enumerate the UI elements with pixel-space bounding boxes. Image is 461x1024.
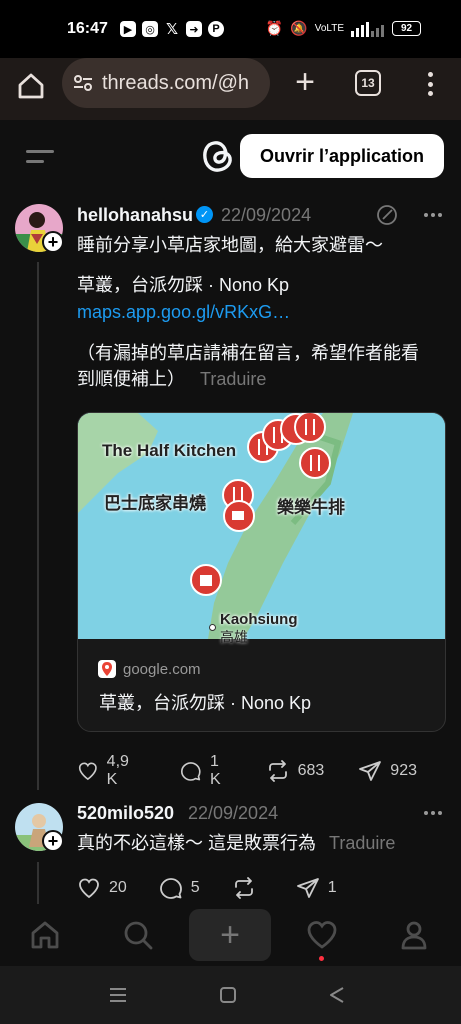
reply-count: 5	[190, 879, 200, 896]
share-icon: ➜	[186, 21, 202, 37]
threads-logo-icon[interactable]	[200, 136, 236, 176]
recent-apps-icon[interactable]	[108, 986, 128, 1004]
volte-icon: VoLTE	[314, 23, 344, 34]
heart-icon	[78, 762, 97, 781]
post-text-last-line: 到順便補上） Traduire	[77, 366, 266, 392]
more-options-icon[interactable]	[424, 213, 442, 217]
thread-line	[37, 862, 39, 904]
site-settings-icon[interactable]	[72, 72, 94, 94]
post-link[interactable]: maps.app.goo.gl/vRKxG…	[77, 302, 290, 323]
post-text: 真的不必這樣～ 這是敗票行為 Traduire	[77, 830, 395, 856]
youtube-icon: ▶	[120, 21, 136, 37]
home-button-icon[interactable]	[219, 986, 237, 1004]
repost-button[interactable]	[232, 876, 264, 900]
share-count: 1	[327, 879, 337, 896]
address-bar[interactable]: threads.com/@h	[62, 58, 270, 108]
bottom-navigation: +	[0, 904, 461, 966]
more-options-icon[interactable]	[424, 811, 442, 815]
system-navigation	[0, 966, 461, 1024]
card-domain: google.com	[123, 661, 201, 678]
p-icon: P	[208, 21, 224, 37]
mute-icon: 🔕	[290, 20, 308, 36]
post-date: 22/09/2024	[221, 205, 312, 225]
thread-line	[37, 262, 39, 790]
map-preview: The Half Kitchen 巴士底家串燒 樂樂牛排 Kaohsiung 高…	[78, 413, 445, 645]
instagram-icon: ◎	[142, 21, 158, 37]
link-preview-card[interactable]: The Half Kitchen 巴士底家串燒 樂樂牛排 Kaohsiung 高…	[77, 412, 446, 732]
card-title: 草叢，台派勿踩 · Nono Kp	[99, 693, 312, 713]
tab-count: 13	[361, 76, 375, 90]
status-bar: 16:47 ▶ ◎ 𝕏 ➜ P ⏰ 🔕 VoLTE 92	[0, 0, 461, 58]
repost-icon	[234, 877, 253, 899]
post-actions: 20 5 1	[77, 876, 381, 900]
tab-switcher-button[interactable]: 13	[355, 70, 381, 96]
browser-toolbar: threads.com/@h + 13	[0, 58, 461, 120]
repost-button[interactable]: 683	[266, 759, 325, 783]
send-icon	[359, 761, 382, 781]
heart-icon	[79, 878, 99, 899]
x-icon: 𝕏	[165, 21, 179, 38]
home-icon[interactable]	[16, 71, 46, 101]
post-text: 草叢，台派勿踩 · Nono Kp	[77, 275, 290, 295]
post-date: 22/09/2024	[188, 803, 279, 823]
post-text: （有漏掉的草店請補在留言，希望作者能看	[77, 343, 419, 363]
edited-icon	[377, 205, 397, 225]
reply-button[interactable]: 5	[159, 876, 200, 900]
battery-level: 92	[400, 23, 413, 34]
send-icon	[296, 878, 319, 898]
post-username[interactable]: hellohanahsu	[77, 205, 193, 226]
home-icon[interactable]	[28, 918, 62, 952]
reply-count: 1 K	[209, 753, 221, 788]
map-pins	[190, 413, 331, 596]
shop-pin-icon	[190, 564, 222, 596]
translate-link[interactable]: Traduire	[200, 369, 266, 389]
share-button[interactable]: 1	[296, 876, 337, 900]
new-tab-icon[interactable]: +	[290, 65, 320, 99]
like-button[interactable]: 20	[77, 876, 127, 900]
translate-link[interactable]: Traduire	[329, 833, 395, 853]
repost-count: 683	[297, 762, 325, 779]
restaurant-pin-icon	[299, 447, 331, 479]
comment-icon	[159, 878, 182, 899]
post-text-line: 真的不必這樣～ 這是敗票行為	[77, 833, 316, 853]
profile-icon[interactable]	[397, 918, 431, 952]
notification-icons: ▶ ◎ 𝕏 ➜ P	[120, 21, 224, 38]
share-button[interactable]: 923	[358, 759, 417, 783]
url-text: threads.com/@h	[102, 71, 250, 94]
signal-icon	[351, 21, 384, 37]
activity-heart-icon[interactable]	[305, 918, 339, 952]
browser-menu-icon[interactable]	[420, 70, 440, 98]
comment-icon	[181, 762, 201, 781]
open-app-button[interactable]: Ouvrir l’application	[240, 134, 444, 178]
like-count: 4,9 K	[106, 753, 129, 788]
status-time: 16:47	[67, 20, 108, 37]
share-count: 923	[390, 762, 417, 779]
post-text: 睡前分享小草店家地圖，給大家避雷～	[77, 235, 383, 255]
like-button[interactable]: 4,9 K	[77, 753, 140, 789]
alarm-icon: ⏰	[265, 20, 284, 36]
follow-icon[interactable]: +	[42, 830, 64, 852]
restaurant-pin-icon	[294, 413, 326, 443]
cafe-pin-icon	[223, 500, 255, 532]
search-icon[interactable]	[121, 918, 155, 952]
menu-icon[interactable]	[26, 150, 54, 166]
threads-header: Ouvrir l’application	[0, 120, 461, 190]
system-status-icons: ⏰ 🔕 VoLTE 92	[266, 20, 421, 37]
follow-icon[interactable]: +	[42, 231, 64, 253]
like-count: 20	[109, 879, 127, 896]
google-maps-icon	[98, 660, 116, 678]
post-actions: 4,9 K 1 K 683 923	[77, 753, 461, 789]
battery-icon: 92	[392, 21, 421, 36]
verified-icon: ✓	[196, 206, 213, 223]
back-icon[interactable]	[328, 986, 346, 1004]
new-post-button[interactable]: +	[189, 909, 271, 961]
repost-icon	[268, 760, 287, 782]
notification-dot	[319, 956, 324, 961]
post-username[interactable]: 520milo520	[77, 803, 174, 824]
reply-button[interactable]: 1 K	[180, 753, 231, 789]
post-text-line: 到順便補上）	[77, 369, 185, 389]
